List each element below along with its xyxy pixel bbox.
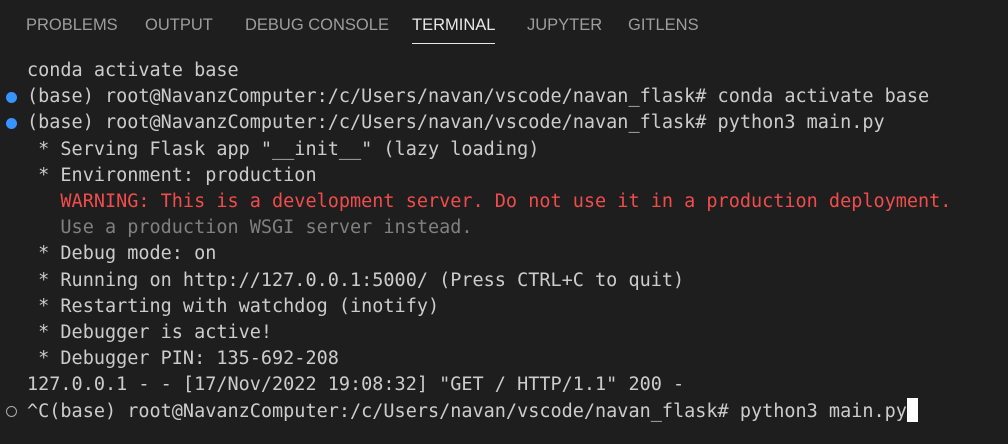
command-success-icon[interactable] xyxy=(6,118,17,130)
terminal-line: Use a production WSGI server instead. xyxy=(0,215,1008,241)
terminal-line: 127.0.0.1 - - [17/Nov/2022 19:08:32] "GE… xyxy=(0,372,1008,398)
terminal-line: * Restarting with watchdog (inotify) xyxy=(0,294,1008,320)
terminal-prompt-line[interactable]: ^C(base) root@NavanzComputer:/c/Users/na… xyxy=(27,398,918,424)
terminal-line: * Debug mode: on xyxy=(0,241,1008,267)
command-pending-icon[interactable] xyxy=(6,406,17,418)
terminal-line-text: (base) root@NavanzComputer:/c/Users/nava… xyxy=(27,112,885,134)
terminal-line-text: * Debugger PIN: 135-692-208 xyxy=(27,348,339,370)
tab-debug-console[interactable]: DEBUG CONSOLE xyxy=(245,14,389,44)
terminal-line: * Environment: production xyxy=(0,163,1008,189)
terminal-line: ^C(base) root@NavanzComputer:/c/Users/na… xyxy=(0,398,1008,424)
tab-terminal[interactable]: TERMINAL xyxy=(412,14,496,44)
terminal-line-text: * Restarting with watchdog (inotify) xyxy=(27,295,440,317)
terminal-line-text: * Environment: production xyxy=(27,164,317,186)
terminal-line: * Running on http://127.0.0.1:5000/ (Pre… xyxy=(0,268,1008,294)
tab-gitlens[interactable]: GITLENS xyxy=(628,14,699,44)
terminal-line-text: ^C(base) root@NavanzComputer:/c/Users/na… xyxy=(27,401,907,423)
tab-jupyter[interactable]: JUPYTER xyxy=(527,14,602,44)
terminal-line: (base) root@NavanzComputer:/c/Users/nava… xyxy=(0,84,1008,110)
warning-text: WARNING: This is a development server. D… xyxy=(27,190,952,212)
terminal-line-text: * Debug mode: on xyxy=(27,243,217,265)
terminal-line: WARNING: This is a development server. D… xyxy=(0,189,1008,215)
panel-tab-bar: PROBLEMS OUTPUT DEBUG CONSOLE TERMINAL J… xyxy=(0,0,1008,48)
terminal-line-text: * Running on http://127.0.0.1:5000/ (Pre… xyxy=(27,269,685,291)
terminal-line-text: * Serving Flask app "__init__" (lazy loa… xyxy=(27,138,540,160)
terminal-line: * Serving Flask app "__init__" (lazy loa… xyxy=(0,137,1008,163)
tab-problems[interactable]: PROBLEMS xyxy=(26,14,118,44)
terminal-line: (base) root@NavanzComputer:/c/Users/nava… xyxy=(0,110,1008,136)
terminal-line-text: * Debugger is active! xyxy=(27,321,273,343)
terminal-line: * Debugger PIN: 135-692-208 xyxy=(0,346,1008,372)
terminal-output[interactable]: conda activate base (base) root@NavanzCo… xyxy=(0,58,1008,425)
terminal-line-text: 127.0.0.1 - - [17/Nov/2022 19:08:32] "GE… xyxy=(27,374,685,396)
command-success-icon[interactable] xyxy=(6,92,17,104)
terminal-line-text: conda activate base xyxy=(27,60,239,81)
terminal-line-text: Use a production WSGI server instead. xyxy=(27,217,473,239)
terminal-cursor xyxy=(906,398,918,423)
terminal-line-text: (base) root@NavanzComputer:/c/Users/nava… xyxy=(27,86,930,108)
terminal-line: conda activate base xyxy=(0,58,1008,84)
terminal-line: * Debugger is active! xyxy=(0,320,1008,346)
tab-output[interactable]: OUTPUT xyxy=(145,14,213,44)
